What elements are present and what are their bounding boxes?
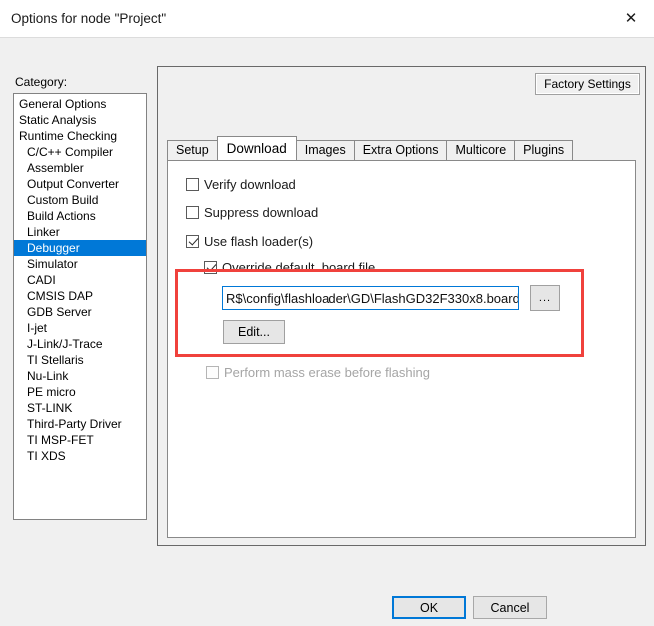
- category-item-cmsis-dap[interactable]: CMSIS DAP: [14, 288, 146, 304]
- factory-settings-button[interactable]: Factory Settings: [535, 73, 640, 95]
- close-button[interactable]: ✕: [608, 0, 654, 37]
- checkbox-label-suppress-download: Suppress download: [204, 205, 319, 220]
- tab-multicore[interactable]: Multicore: [446, 140, 516, 160]
- category-label: Category:: [15, 75, 68, 89]
- browse-board-file-button[interactable]: ...: [530, 285, 560, 311]
- category-item-output-converter[interactable]: Output Converter: [14, 176, 146, 192]
- tab-setup[interactable]: Setup: [167, 140, 218, 160]
- options-panel: Factory Settings Setup Download Images Extr…: [157, 66, 646, 546]
- category-item-st-link[interactable]: ST-LINK: [14, 400, 146, 416]
- category-item-debugger[interactable]: Debugger: [14, 240, 146, 256]
- checkbox-label-perform-mass-erase: Perform mass erase before flashing: [224, 365, 430, 380]
- download-tab-panel: Verify download Suppress download Use fl…: [167, 160, 636, 538]
- category-item-c-c-compiler[interactable]: C/C++ Compiler: [14, 144, 146, 160]
- board-file-path-text-after-caret: der\GD\FlashGD32F330x8.board: [328, 290, 519, 306]
- category-item-build-actions[interactable]: Build Actions: [14, 208, 146, 224]
- category-item-static-analysis[interactable]: Static Analysis: [14, 112, 146, 128]
- tab-download[interactable]: Download: [216, 136, 297, 160]
- window-title: Options for node "Project": [11, 11, 167, 26]
- category-item-gdb-server[interactable]: GDB Server: [14, 304, 146, 320]
- tab-plugins[interactable]: Plugins: [514, 140, 574, 160]
- checkbox-verify-download[interactable]: Verify download: [186, 177, 296, 192]
- checkbox-label-override-board-file: Override default .board file: [222, 260, 376, 275]
- category-item-i-jet[interactable]: I-jet: [14, 320, 146, 336]
- category-item-third-party-driver[interactable]: Third-Party Driver: [14, 416, 146, 432]
- category-item-cadi[interactable]: CADI: [14, 272, 146, 288]
- checkbox-icon-use-flash-loader[interactable]: [186, 235, 199, 248]
- board-file-path-text-before-caret: R$\config\flashloa: [226, 290, 330, 306]
- category-item-linker[interactable]: Linker: [14, 224, 146, 240]
- category-item-pe-micro[interactable]: PE micro: [14, 384, 146, 400]
- checkbox-use-flash-loader[interactable]: Use flash loader(s): [186, 234, 313, 249]
- checkbox-label-use-flash-loader: Use flash loader(s): [204, 234, 314, 249]
- cancel-button[interactable]: Cancel: [473, 596, 547, 619]
- close-icon: ✕: [624, 9, 638, 27]
- category-list[interactable]: General Options Static Analysis Runtime Ch…: [13, 93, 147, 520]
- checkbox-override-board-file[interactable]: Override default .board file: [204, 260, 375, 275]
- category-item-nu-link[interactable]: Nu-Link: [14, 368, 146, 384]
- category-item-general-options[interactable]: General Options: [14, 96, 146, 112]
- board-file-path-input[interactable]: R$\config\flashloa der\GD\FlashGD32F330x8…: [222, 286, 519, 310]
- category-item-runtime-checking[interactable]: Runtime Checking: [14, 128, 146, 144]
- tab-extra-options[interactable]: Extra Options: [353, 140, 448, 160]
- checkbox-icon-suppress-download[interactable]: [186, 206, 199, 219]
- tab-strip[interactable]: Setup Download Images Extra Options Multicor…: [167, 136, 574, 160]
- checkbox-icon-verify-download[interactable]: [186, 178, 199, 191]
- checkbox-perform-mass-erase: Perform mass erase before flashing: [206, 365, 430, 380]
- category-item-assembler[interactable]: Assembler: [14, 160, 146, 176]
- checkbox-icon-perform-mass-erase: [206, 366, 219, 379]
- category-item-ti-xds[interactable]: TI XDS: [14, 448, 146, 464]
- title-bar: Options for node "Project" ✕: [0, 0, 654, 38]
- checkbox-icon-override-board-file[interactable]: [204, 261, 217, 274]
- category-item-simulator[interactable]: Simulator: [14, 256, 146, 272]
- category-item-ti-stellaris[interactable]: TI Stellaris: [14, 352, 146, 368]
- checkbox-label-verify-download: Verify download: [204, 177, 296, 192]
- category-item-ti-msp-fet[interactable]: TI MSP-FET: [14, 432, 146, 448]
- category-item-custom-build[interactable]: Custom Build: [14, 192, 146, 208]
- edit-board-file-button[interactable]: Edit...: [223, 320, 285, 344]
- category-item-j-link-j-trace[interactable]: J-Link/J-Trace: [14, 336, 146, 352]
- tab-images[interactable]: Images: [295, 140, 355, 160]
- checkbox-suppress-download[interactable]: Suppress download: [186, 205, 318, 220]
- dialog-body: Category: General Options Static Analysis…: [0, 38, 654, 626]
- ok-button[interactable]: OK: [392, 596, 466, 619]
